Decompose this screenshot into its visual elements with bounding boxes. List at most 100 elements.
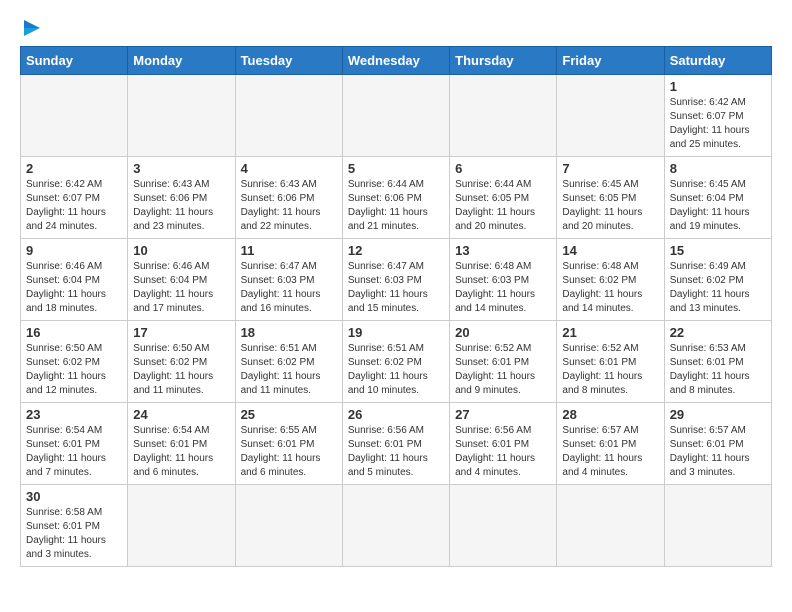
- week-row-1: 1Sunrise: 6:42 AM Sunset: 6:07 PM Daylig…: [21, 75, 772, 157]
- calendar-cell: 19 Sunrise: 6:51 AM Sunset: 6:02 PM Dayli…: [342, 321, 449, 403]
- day-number: 14: [562, 243, 658, 258]
- day-number: 12: [348, 243, 444, 258]
- day-number: 26: [348, 407, 444, 422]
- calendar-cell: 21 Sunrise: 6:52 AM Sunset: 6:01 PM Dayli…: [557, 321, 664, 403]
- day-number: 7: [562, 161, 658, 176]
- day-info: Sunrise: 6:50 AM Sunset: 6:02 PM Dayligh…: [26, 342, 122, 398]
- day-number: 15: [670, 243, 766, 258]
- day-info: Sunrise: 6:42 AM Sunset: 6:07 PM Dayligh…: [26, 178, 122, 234]
- calendar-cell: [128, 485, 235, 567]
- logo: [20, 20, 40, 36]
- day-info: Sunrise: 6:57 AM Sunset: 6:01 PM Dayligh…: [562, 424, 658, 480]
- day-number: 13: [455, 243, 551, 258]
- day-number: 21: [562, 325, 658, 340]
- day-info: Sunrise: 6:45 AM Sunset: 6:04 PM Dayligh…: [670, 178, 766, 234]
- calendar-cell: 2 Sunrise: 6:42 AM Sunset: 6:07 PM Daylig…: [21, 157, 128, 239]
- day-info: Sunrise: 6:47 AM Sunset: 6:03 PM Dayligh…: [241, 260, 337, 316]
- week-row-3: 9 Sunrise: 6:46 AM Sunset: 6:04 PM Daylig…: [21, 239, 772, 321]
- calendar-cell: [21, 75, 128, 157]
- day-info: Sunrise: 6:53 AM Sunset: 6:01 PM Dayligh…: [670, 342, 766, 398]
- col-header-monday: Monday: [128, 47, 235, 75]
- col-header-wednesday: Wednesday: [342, 47, 449, 75]
- day-info: Sunrise: 6:51 AM Sunset: 6:02 PM Dayligh…: [241, 342, 337, 398]
- day-number: 28: [562, 407, 658, 422]
- calendar-cell: 7 Sunrise: 6:45 AM Sunset: 6:05 PM Daylig…: [557, 157, 664, 239]
- day-number: 8: [670, 161, 766, 176]
- day-number: 20: [455, 325, 551, 340]
- week-row-2: 2 Sunrise: 6:42 AM Sunset: 6:07 PM Daylig…: [21, 157, 772, 239]
- day-number: 1: [670, 79, 766, 94]
- calendar-cell: 29Sunrise: 6:57 AM Sunset: 6:01 PM Dayli…: [664, 403, 771, 485]
- calendar-cell: [128, 75, 235, 157]
- day-number: 3: [133, 161, 229, 176]
- day-info: Sunrise: 6:56 AM Sunset: 6:01 PM Dayligh…: [455, 424, 551, 480]
- day-info: Sunrise: 6:44 AM Sunset: 6:06 PM Dayligh…: [348, 178, 444, 234]
- day-number: 24: [133, 407, 229, 422]
- calendar-cell: 6 Sunrise: 6:44 AM Sunset: 6:05 PM Daylig…: [450, 157, 557, 239]
- calendar-cell: [342, 485, 449, 567]
- day-info: Sunrise: 6:43 AM Sunset: 6:06 PM Dayligh…: [133, 178, 229, 234]
- calendar-cell: 14 Sunrise: 6:48 AM Sunset: 6:02 PM Dayli…: [557, 239, 664, 321]
- calendar-cell: 23 Sunrise: 6:54 AM Sunset: 6:01 PM Dayli…: [21, 403, 128, 485]
- calendar-cell: [342, 75, 449, 157]
- col-header-tuesday: Tuesday: [235, 47, 342, 75]
- day-info: Sunrise: 6:54 AM Sunset: 6:01 PM Dayligh…: [26, 424, 122, 480]
- calendar-table: SundayMondayTuesdayWednesdayThursdayFrid…: [20, 46, 772, 567]
- day-number: 9: [26, 243, 122, 258]
- day-info: Sunrise: 6:44 AM Sunset: 6:05 PM Dayligh…: [455, 178, 551, 234]
- day-number: 5: [348, 161, 444, 176]
- week-row-5: 23 Sunrise: 6:54 AM Sunset: 6:01 PM Dayli…: [21, 403, 772, 485]
- day-number: 23: [26, 407, 122, 422]
- day-info: Sunrise: 6:48 AM Sunset: 6:03 PM Dayligh…: [455, 260, 551, 316]
- calendar-cell: 1Sunrise: 6:42 AM Sunset: 6:07 PM Daylig…: [664, 75, 771, 157]
- day-number: 18: [241, 325, 337, 340]
- calendar-cell: 22 Sunrise: 6:53 AM Sunset: 6:01 PM Dayli…: [664, 321, 771, 403]
- day-info: Sunrise: 6:45 AM Sunset: 6:05 PM Dayligh…: [562, 178, 658, 234]
- day-number: 16: [26, 325, 122, 340]
- week-row-4: 16 Sunrise: 6:50 AM Sunset: 6:02 PM Dayli…: [21, 321, 772, 403]
- day-number: 2: [26, 161, 122, 176]
- day-number: 22: [670, 325, 766, 340]
- day-info: Sunrise: 6:56 AM Sunset: 6:01 PM Dayligh…: [348, 424, 444, 480]
- calendar-cell: 26 Sunrise: 6:56 AM Sunset: 6:01 PM Dayli…: [342, 403, 449, 485]
- calendar-header-row: SundayMondayTuesdayWednesdayThursdayFrid…: [21, 47, 772, 75]
- calendar-cell: 12 Sunrise: 6:47 AM Sunset: 6:03 PM Dayli…: [342, 239, 449, 321]
- calendar-cell: 9Sunrise: 6:46 AM Sunset: 6:04 PM Daylig…: [21, 239, 128, 321]
- day-info: Sunrise: 6:52 AM Sunset: 6:01 PM Dayligh…: [562, 342, 658, 398]
- day-number: 19: [348, 325, 444, 340]
- calendar-cell: 24Sunrise: 6:54 AM Sunset: 6:01 PM Dayli…: [128, 403, 235, 485]
- day-number: 29: [670, 407, 766, 422]
- week-row-6: 30Sunrise: 6:58 AM Sunset: 6:01 PM Dayli…: [21, 485, 772, 567]
- calendar-cell: 11 Sunrise: 6:47 AM Sunset: 6:03 PM Dayli…: [235, 239, 342, 321]
- col-header-sunday: Sunday: [21, 47, 128, 75]
- calendar-cell: [557, 485, 664, 567]
- calendar-cell: 27Sunrise: 6:56 AM Sunset: 6:01 PM Dayli…: [450, 403, 557, 485]
- day-info: Sunrise: 6:51 AM Sunset: 6:02 PM Dayligh…: [348, 342, 444, 398]
- col-header-thursday: Thursday: [450, 47, 557, 75]
- day-number: 6: [455, 161, 551, 176]
- day-info: Sunrise: 6:52 AM Sunset: 6:01 PM Dayligh…: [455, 342, 551, 398]
- day-number: 11: [241, 243, 337, 258]
- day-number: 30: [26, 489, 122, 504]
- calendar-cell: 18 Sunrise: 6:51 AM Sunset: 6:02 PM Dayli…: [235, 321, 342, 403]
- day-info: Sunrise: 6:43 AM Sunset: 6:06 PM Dayligh…: [241, 178, 337, 234]
- calendar-cell: 16 Sunrise: 6:50 AM Sunset: 6:02 PM Dayli…: [21, 321, 128, 403]
- day-info: Sunrise: 6:48 AM Sunset: 6:02 PM Dayligh…: [562, 260, 658, 316]
- day-info: Sunrise: 6:46 AM Sunset: 6:04 PM Dayligh…: [133, 260, 229, 316]
- day-info: Sunrise: 6:47 AM Sunset: 6:03 PM Dayligh…: [348, 260, 444, 316]
- day-number: 4: [241, 161, 337, 176]
- calendar-cell: 3 Sunrise: 6:43 AM Sunset: 6:06 PM Daylig…: [128, 157, 235, 239]
- day-number: 10: [133, 243, 229, 258]
- calendar-cell: [450, 75, 557, 157]
- calendar-cell: [664, 485, 771, 567]
- calendar-cell: [450, 485, 557, 567]
- col-header-friday: Friday: [557, 47, 664, 75]
- day-info: Sunrise: 6:55 AM Sunset: 6:01 PM Dayligh…: [241, 424, 337, 480]
- col-header-saturday: Saturday: [664, 47, 771, 75]
- calendar-cell: 25Sunrise: 6:55 AM Sunset: 6:01 PM Dayli…: [235, 403, 342, 485]
- calendar-cell: 20 Sunrise: 6:52 AM Sunset: 6:01 PM Dayli…: [450, 321, 557, 403]
- calendar-cell: 5 Sunrise: 6:44 AM Sunset: 6:06 PM Daylig…: [342, 157, 449, 239]
- calendar-cell: 28 Sunrise: 6:57 AM Sunset: 6:01 PM Dayli…: [557, 403, 664, 485]
- calendar-cell: [557, 75, 664, 157]
- calendar-cell: 15Sunrise: 6:49 AM Sunset: 6:02 PM Dayli…: [664, 239, 771, 321]
